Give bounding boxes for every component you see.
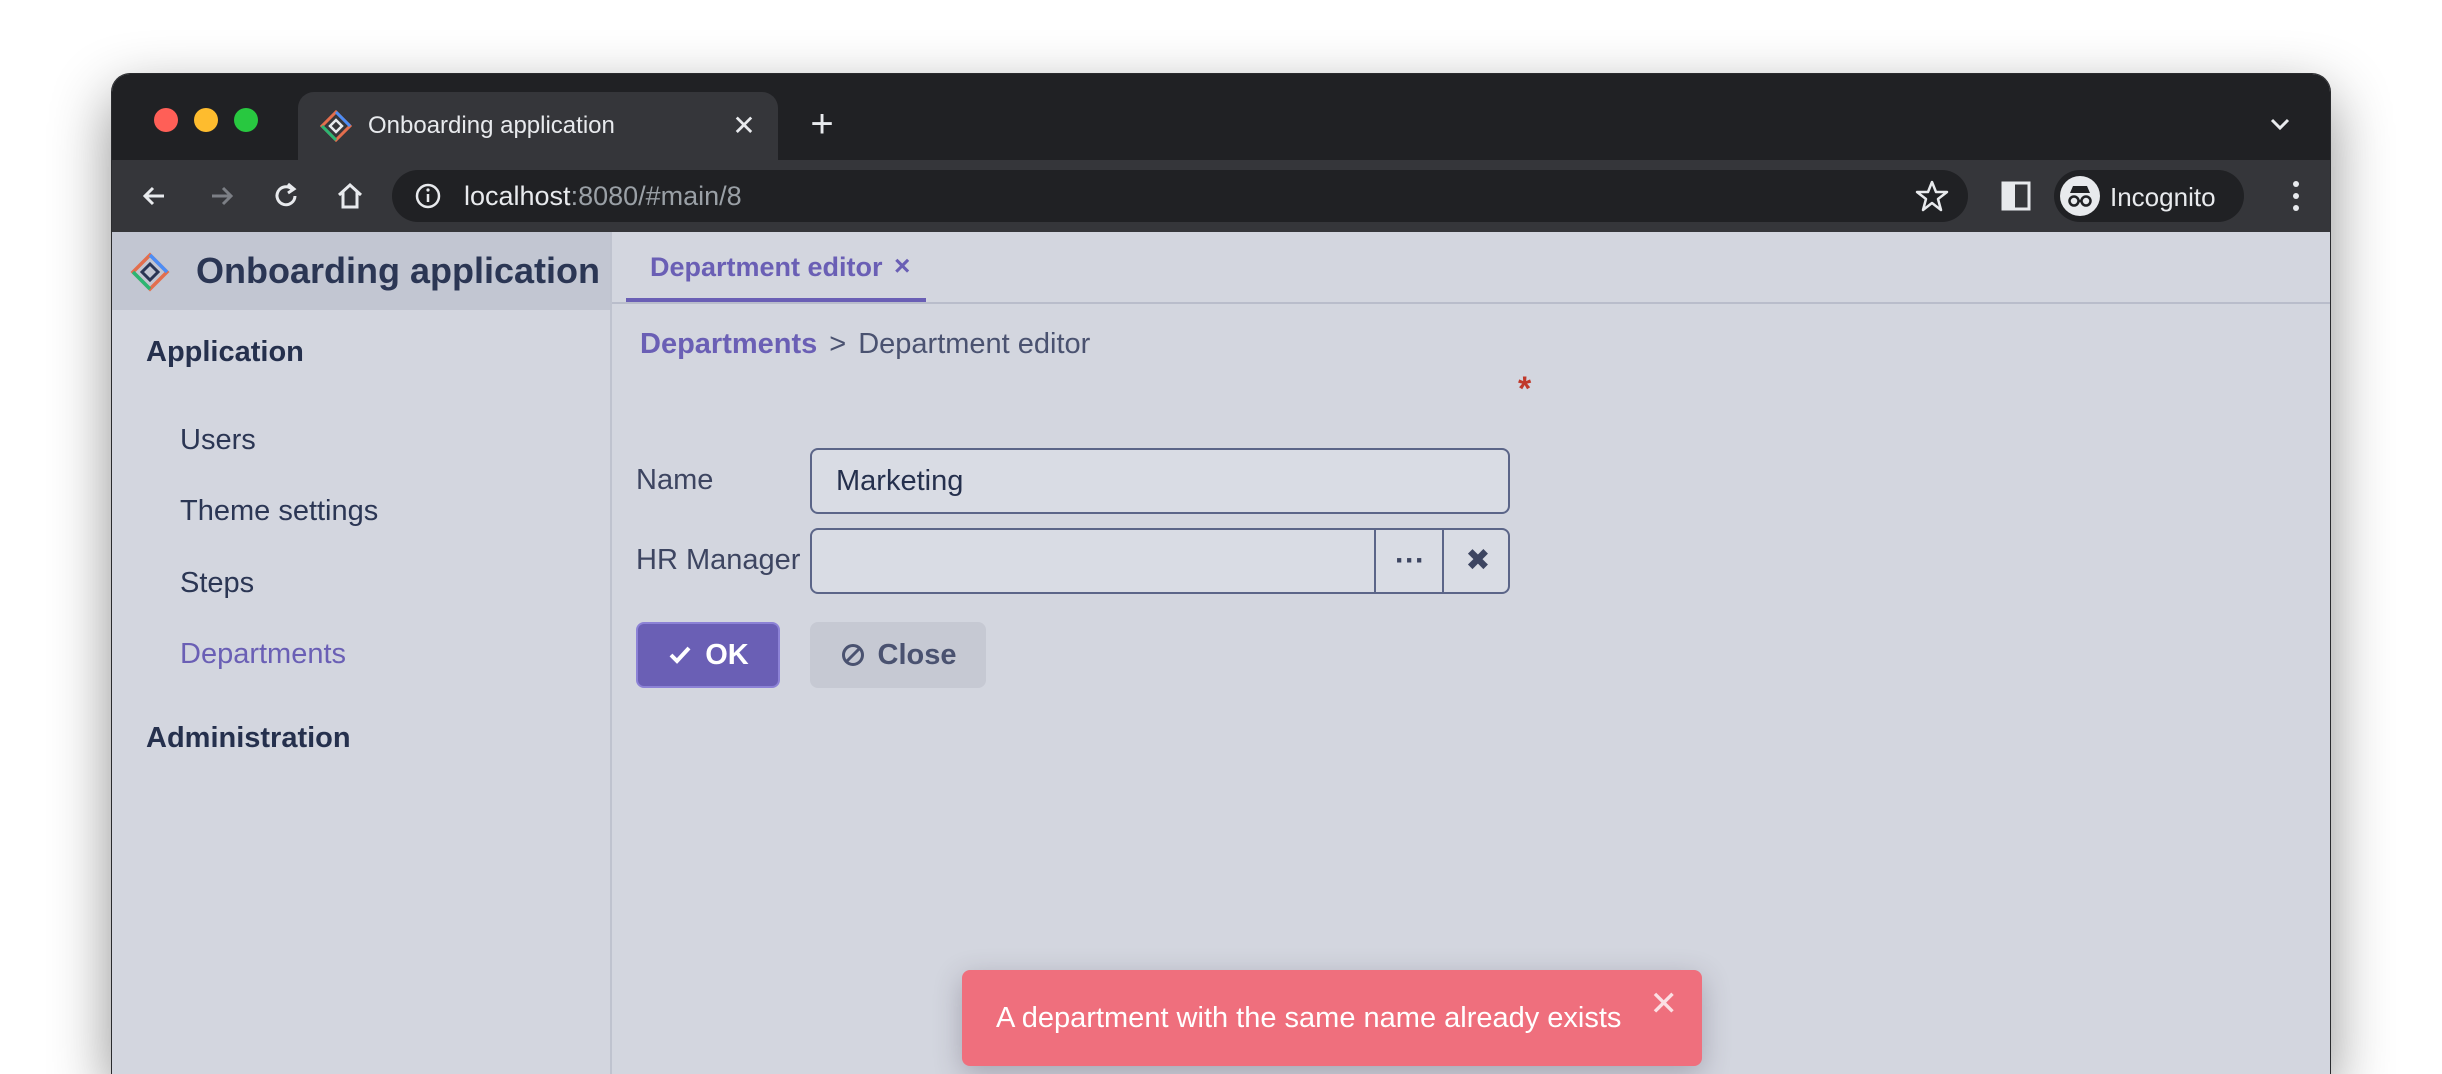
browser-toolbar: localhost:8080/#main/8 Incognito (112, 160, 2330, 232)
sidebar: Onboarding application Application Users… (112, 232, 612, 1074)
url-path: :8080/#main/8 (570, 181, 742, 211)
close-tab-icon[interactable]: ✕ (724, 106, 764, 146)
main-content: Department editor × Departments > Departme… (612, 232, 2330, 1074)
hr-manager-picker: ··· ✖ (810, 528, 1510, 594)
app-root: Onboarding application Application Users… (112, 232, 2330, 1074)
close-window-button[interactable] (154, 108, 178, 132)
minimize-window-button[interactable] (194, 108, 218, 132)
sidebar-item-theme-settings[interactable]: Theme settings (180, 495, 378, 528)
nav-group-administration[interactable]: Administration (146, 722, 351, 755)
close-tab-icon[interactable]: × (894, 250, 910, 282)
sidebar-item-steps[interactable]: Steps (180, 567, 254, 600)
app-favicon-icon (320, 110, 352, 142)
ok-button-label: OK (705, 638, 749, 671)
app-title: Onboarding application (196, 250, 600, 291)
tab-label: Department editor (650, 252, 883, 282)
browser-window: Onboarding application ✕ + localhost:808… (112, 74, 2330, 1074)
error-notification: A department with the same name already … (962, 970, 1702, 1066)
browser-titlebar: Onboarding application ✕ + (112, 74, 2330, 160)
app-logo-icon (130, 252, 170, 292)
breadcrumb-current: Department editor (858, 328, 1091, 360)
notification-message: A department with the same name already … (996, 1002, 1622, 1034)
browser-tab-title: Onboarding application (368, 112, 615, 139)
tab-search-icon[interactable] (2260, 104, 2300, 144)
new-tab-button[interactable]: + (800, 102, 844, 146)
incognito-icon (2060, 176, 2100, 216)
app-header: Onboarding application (112, 232, 610, 310)
sidebar-item-departments[interactable]: Departments (180, 638, 346, 671)
breadcrumb-link-departments[interactable]: Departments (640, 328, 817, 360)
lookup-more-icon[interactable]: ··· (1374, 530, 1444, 592)
maximize-window-button[interactable] (234, 108, 258, 132)
check-icon (669, 646, 691, 664)
name-field[interactable] (810, 448, 1510, 514)
clear-value-icon[interactable]: ✖ (1442, 530, 1508, 592)
site-info-icon[interactable] (412, 180, 444, 212)
side-panel-icon[interactable] (1998, 178, 2034, 214)
breadcrumb: Departments > Department editor (640, 328, 1090, 361)
browser-menu-icon[interactable] (2286, 178, 2306, 214)
close-button[interactable]: Close (810, 622, 986, 688)
hr-manager-field[interactable] (812, 530, 1374, 592)
sidebar-item-users[interactable]: Users (180, 424, 256, 457)
forward-icon[interactable] (200, 174, 244, 218)
ban-icon (841, 644, 864, 666)
home-icon[interactable] (328, 174, 372, 218)
back-icon[interactable] (132, 174, 176, 218)
browser-tab[interactable]: Onboarding application ✕ (298, 92, 778, 160)
url-text: localhost:8080/#main/8 (464, 181, 742, 212)
profile-button[interactable]: Incognito (2054, 170, 2244, 222)
ok-button[interactable]: OK (636, 622, 780, 688)
hr-manager-label: HR Manager (636, 544, 801, 576)
reload-icon[interactable] (264, 174, 308, 218)
tab-department-editor[interactable]: Department editor × (626, 232, 926, 302)
bookmark-star-icon[interactable] (1914, 178, 1950, 214)
profile-label: Incognito (2110, 182, 2216, 212)
nav-group-application[interactable]: Application (146, 336, 304, 369)
address-bar[interactable]: localhost:8080/#main/8 (392, 170, 1968, 222)
tab-strip: Department editor × (612, 232, 2330, 304)
close-button-label: Close (877, 638, 957, 671)
breadcrumb-separator: > (829, 328, 847, 360)
dismiss-notification-icon[interactable]: ✕ (1650, 984, 1679, 1024)
url-host: localhost (464, 181, 571, 211)
name-label: Name (636, 464, 714, 496)
required-indicator: * (1518, 370, 1532, 408)
